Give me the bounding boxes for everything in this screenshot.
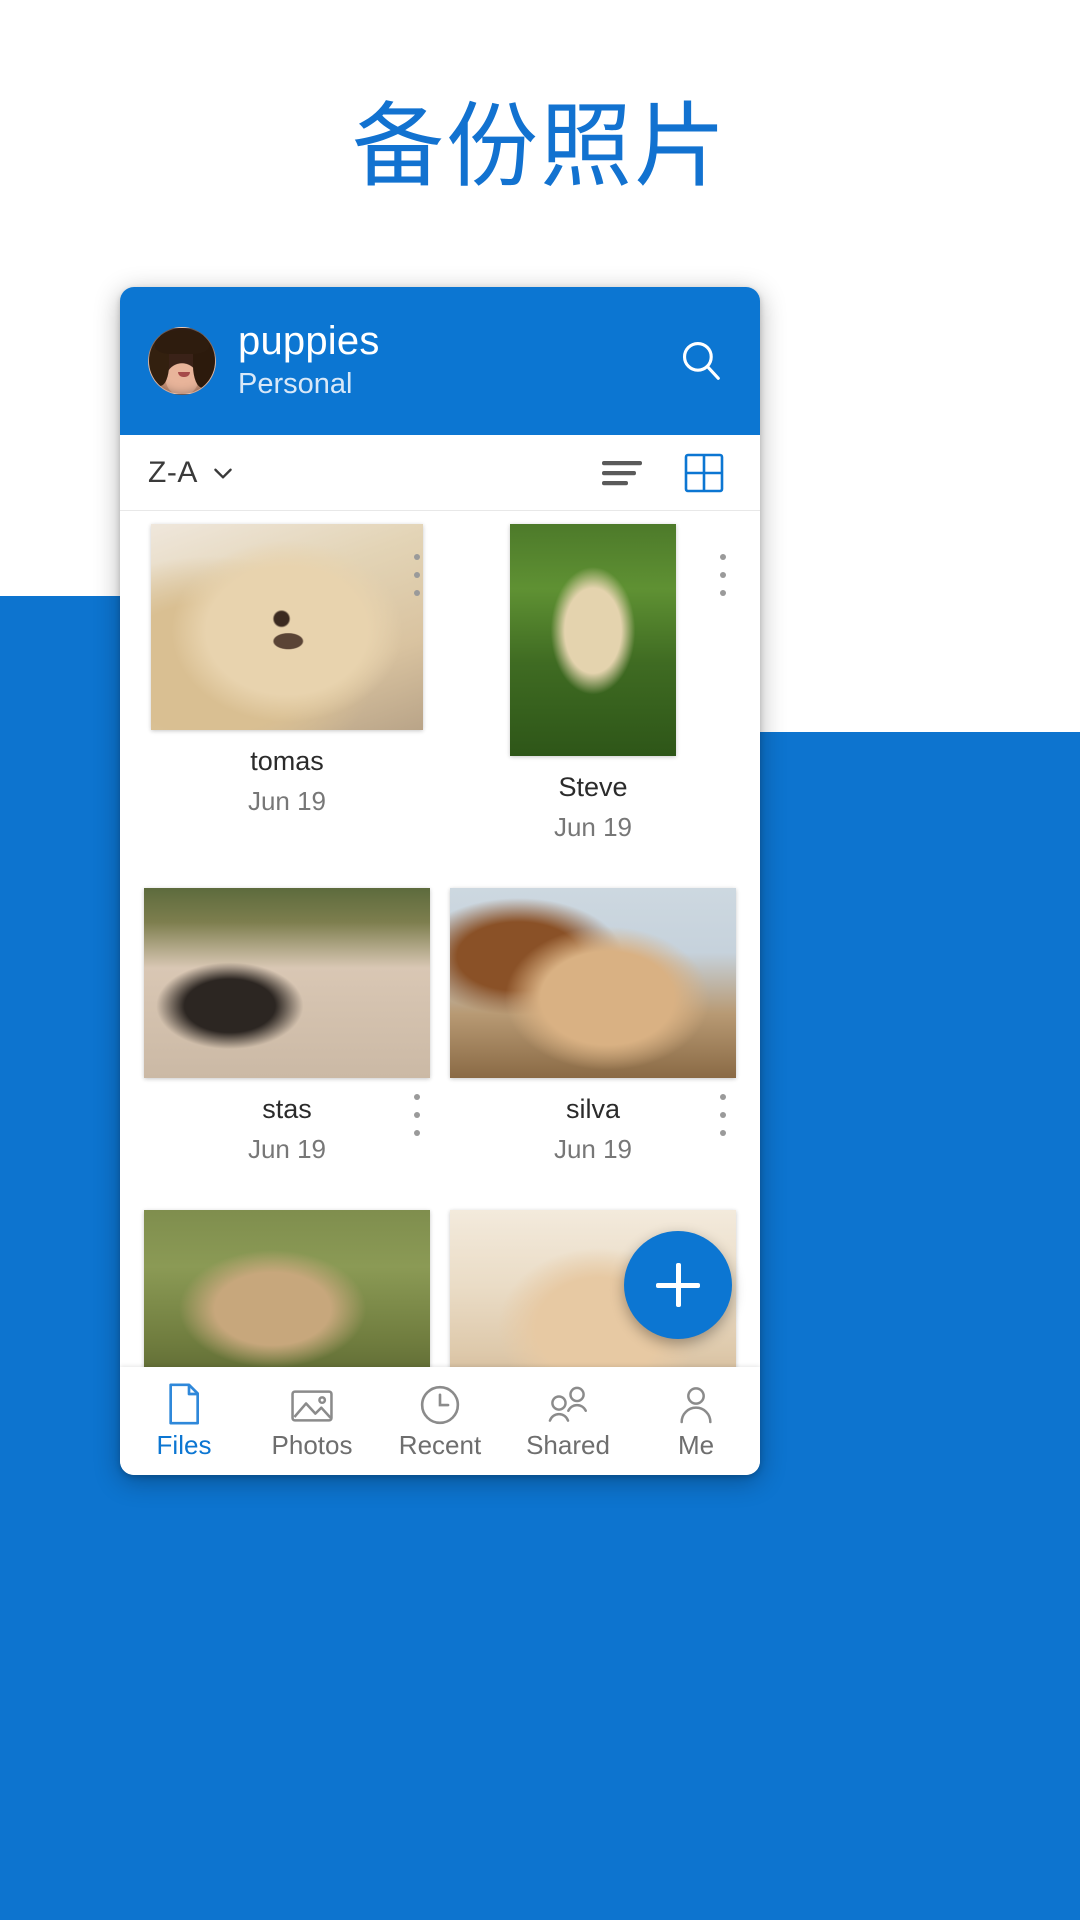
overflow-menu-icon[interactable] [706,548,740,602]
file-name: tomas [250,746,324,776]
chevron-down-icon [210,460,236,486]
file-name: silva [565,1094,620,1124]
overflow-menu-icon[interactable] [400,1088,434,1142]
list-view-icon[interactable] [594,445,650,501]
nav-label: Shared [526,1430,610,1460]
thumbnail-wrap [134,524,440,730]
nav-item-me[interactable]: Me [632,1382,760,1460]
page-title: 备份照片 [351,96,728,198]
file-name: stas [262,1094,312,1124]
file-name: Steve [558,772,628,802]
app-header: puppies Personal [120,287,760,435]
overflow-menu-icon[interactable] [400,548,434,602]
file-meta: Steve Jun 19 [440,756,746,844]
clock-icon [419,1382,461,1426]
nav-item-photos[interactable]: Photos [248,1382,376,1460]
nav-item-recent[interactable]: Recent [376,1382,504,1460]
grid-view-icon[interactable] [676,445,732,501]
nav-item-shared[interactable]: Shared [504,1382,632,1460]
sort-dropdown[interactable]: Z-A [148,456,236,490]
file-date: Jun 19 [553,812,633,842]
nav-label: Me [677,1430,715,1460]
nav-label: Files [156,1430,212,1460]
sort-and-view-bar: Z-A [120,435,760,511]
people-icon [545,1382,591,1426]
file-tile[interactable]: silva Jun 19 [440,888,746,1166]
file-thumbnail[interactable] [144,888,430,1078]
file-thumbnail[interactable] [151,524,423,730]
file-tile[interactable]: tomas Jun 19 [134,524,440,844]
search-icon[interactable] [670,330,732,392]
plus-icon-vertical [675,1263,681,1307]
file-date: Jun 19 [247,1134,327,1164]
photo-icon [290,1382,334,1426]
file-icon [164,1382,204,1426]
avatar[interactable] [148,327,216,395]
bottom-navigation: Files Photos Recent Shared Me [120,1367,760,1475]
account-type-label: Personal [238,368,353,400]
grid-row: tomas Jun 19 Steve Jun 19 [120,524,760,844]
file-meta: tomas Jun 19 [134,730,440,818]
grid-row: stas Jun 19 silva Jun 19 [120,888,760,1166]
nav-item-files[interactable]: Files [120,1382,248,1460]
add-button[interactable] [624,1231,732,1339]
file-meta: stas Jun 19 [134,1078,440,1166]
file-thumbnail[interactable] [450,888,736,1078]
sort-label: Z-A [148,455,198,489]
phone-mockup: puppies Personal Z-A tomas Jun 19 Steve … [120,287,760,1475]
thumbnail-wrap [134,888,440,1078]
overflow-menu-icon[interactable] [706,1088,740,1142]
file-thumbnail[interactable] [510,524,676,756]
person-icon [676,1382,716,1426]
background-right-notch [760,596,1080,732]
nav-label: Photos [271,1430,353,1460]
thumbnail-wrap [440,888,746,1078]
header-text-block: puppies Personal [238,319,670,403]
folder-title: puppies [238,319,380,363]
file-tile[interactable] [134,1210,440,1367]
file-thumbnail[interactable] [144,1210,430,1367]
file-date: Jun 19 [247,786,327,816]
thumbnail-wrap [440,524,746,756]
file-date: Jun 19 [553,1134,633,1164]
file-tile[interactable]: stas Jun 19 [134,888,440,1166]
thumbnail-wrap [134,1210,440,1367]
file-meta: silva Jun 19 [440,1078,746,1166]
nav-label: Recent [398,1430,482,1460]
file-tile[interactable]: Steve Jun 19 [440,524,746,844]
